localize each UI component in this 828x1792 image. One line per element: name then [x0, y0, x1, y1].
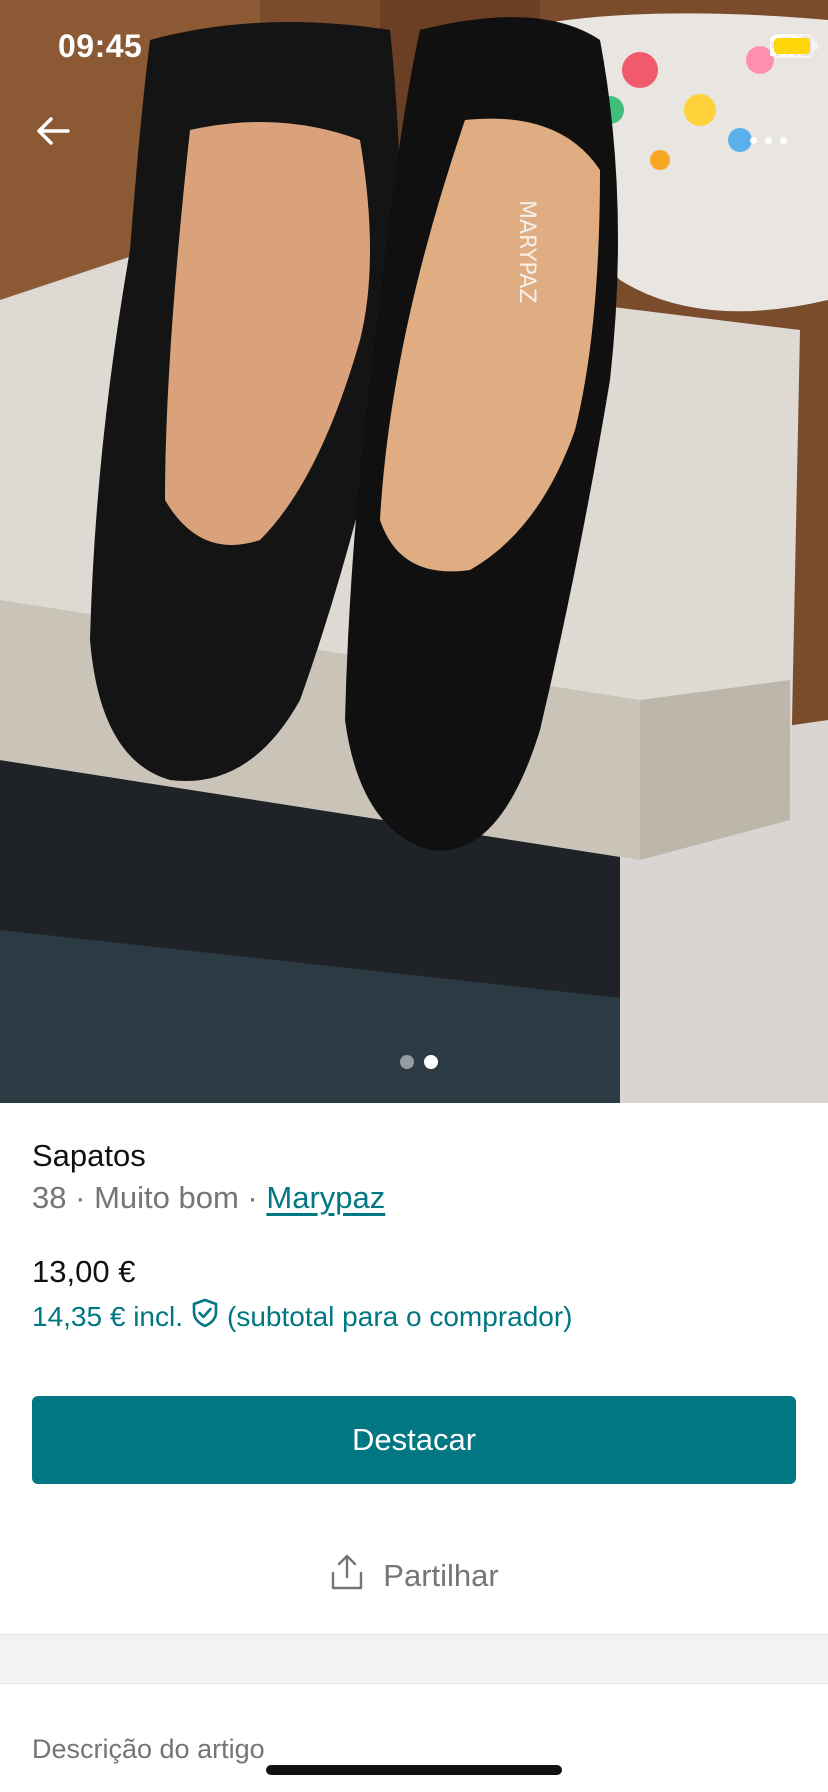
- pager-dot-active[interactable]: [424, 1055, 438, 1069]
- brand-link[interactable]: Marypaz: [266, 1180, 385, 1215]
- share-icon: [329, 1553, 365, 1599]
- item-price: 13,00 €: [32, 1254, 136, 1289]
- item-size: 38: [32, 1180, 67, 1215]
- shield-check-icon: [191, 1298, 219, 1335]
- item-photo-gallery[interactable]: MARYPAZ 09:45: [0, 0, 828, 1103]
- price-incl-value: 14,35 € incl.: [32, 1300, 183, 1332]
- price-incl-protection[interactable]: 14,35 € incl. (subtotal para o comprador…: [32, 1298, 573, 1335]
- gallery-pager: [0, 1055, 828, 1069]
- status-time: 09:45: [58, 28, 143, 64]
- item-photo: MARYPAZ: [0, 0, 828, 1103]
- more-options-dot: [764, 136, 772, 144]
- bump-item-button[interactable]: Destacar: [32, 1396, 796, 1484]
- more-options-icon: [749, 136, 757, 144]
- item-condition: Muito bom: [94, 1180, 239, 1215]
- price-incl-note: (subtotal para o comprador): [227, 1300, 573, 1332]
- pager-dot[interactable]: [400, 1055, 414, 1069]
- item-title: Sapatos: [32, 1138, 146, 1173]
- section-divider: [0, 1634, 828, 1684]
- description-heading: Descrição do artigo: [32, 1734, 265, 1764]
- back-button[interactable]: [36, 116, 76, 156]
- meta-separator: ·: [75, 1180, 86, 1215]
- home-indicator[interactable]: [266, 1765, 562, 1775]
- item-meta: 38 · Muito bom · Marypaz: [32, 1180, 385, 1216]
- share-label: Partilhar: [383, 1558, 499, 1593]
- more-options-button[interactable]: [738, 120, 798, 160]
- svg-text:MARYPAZ: MARYPAZ: [514, 200, 539, 303]
- meta-separator: ·: [247, 1180, 258, 1215]
- share-button[interactable]: Partilhar: [0, 1553, 828, 1599]
- more-options-dot: [779, 136, 787, 144]
